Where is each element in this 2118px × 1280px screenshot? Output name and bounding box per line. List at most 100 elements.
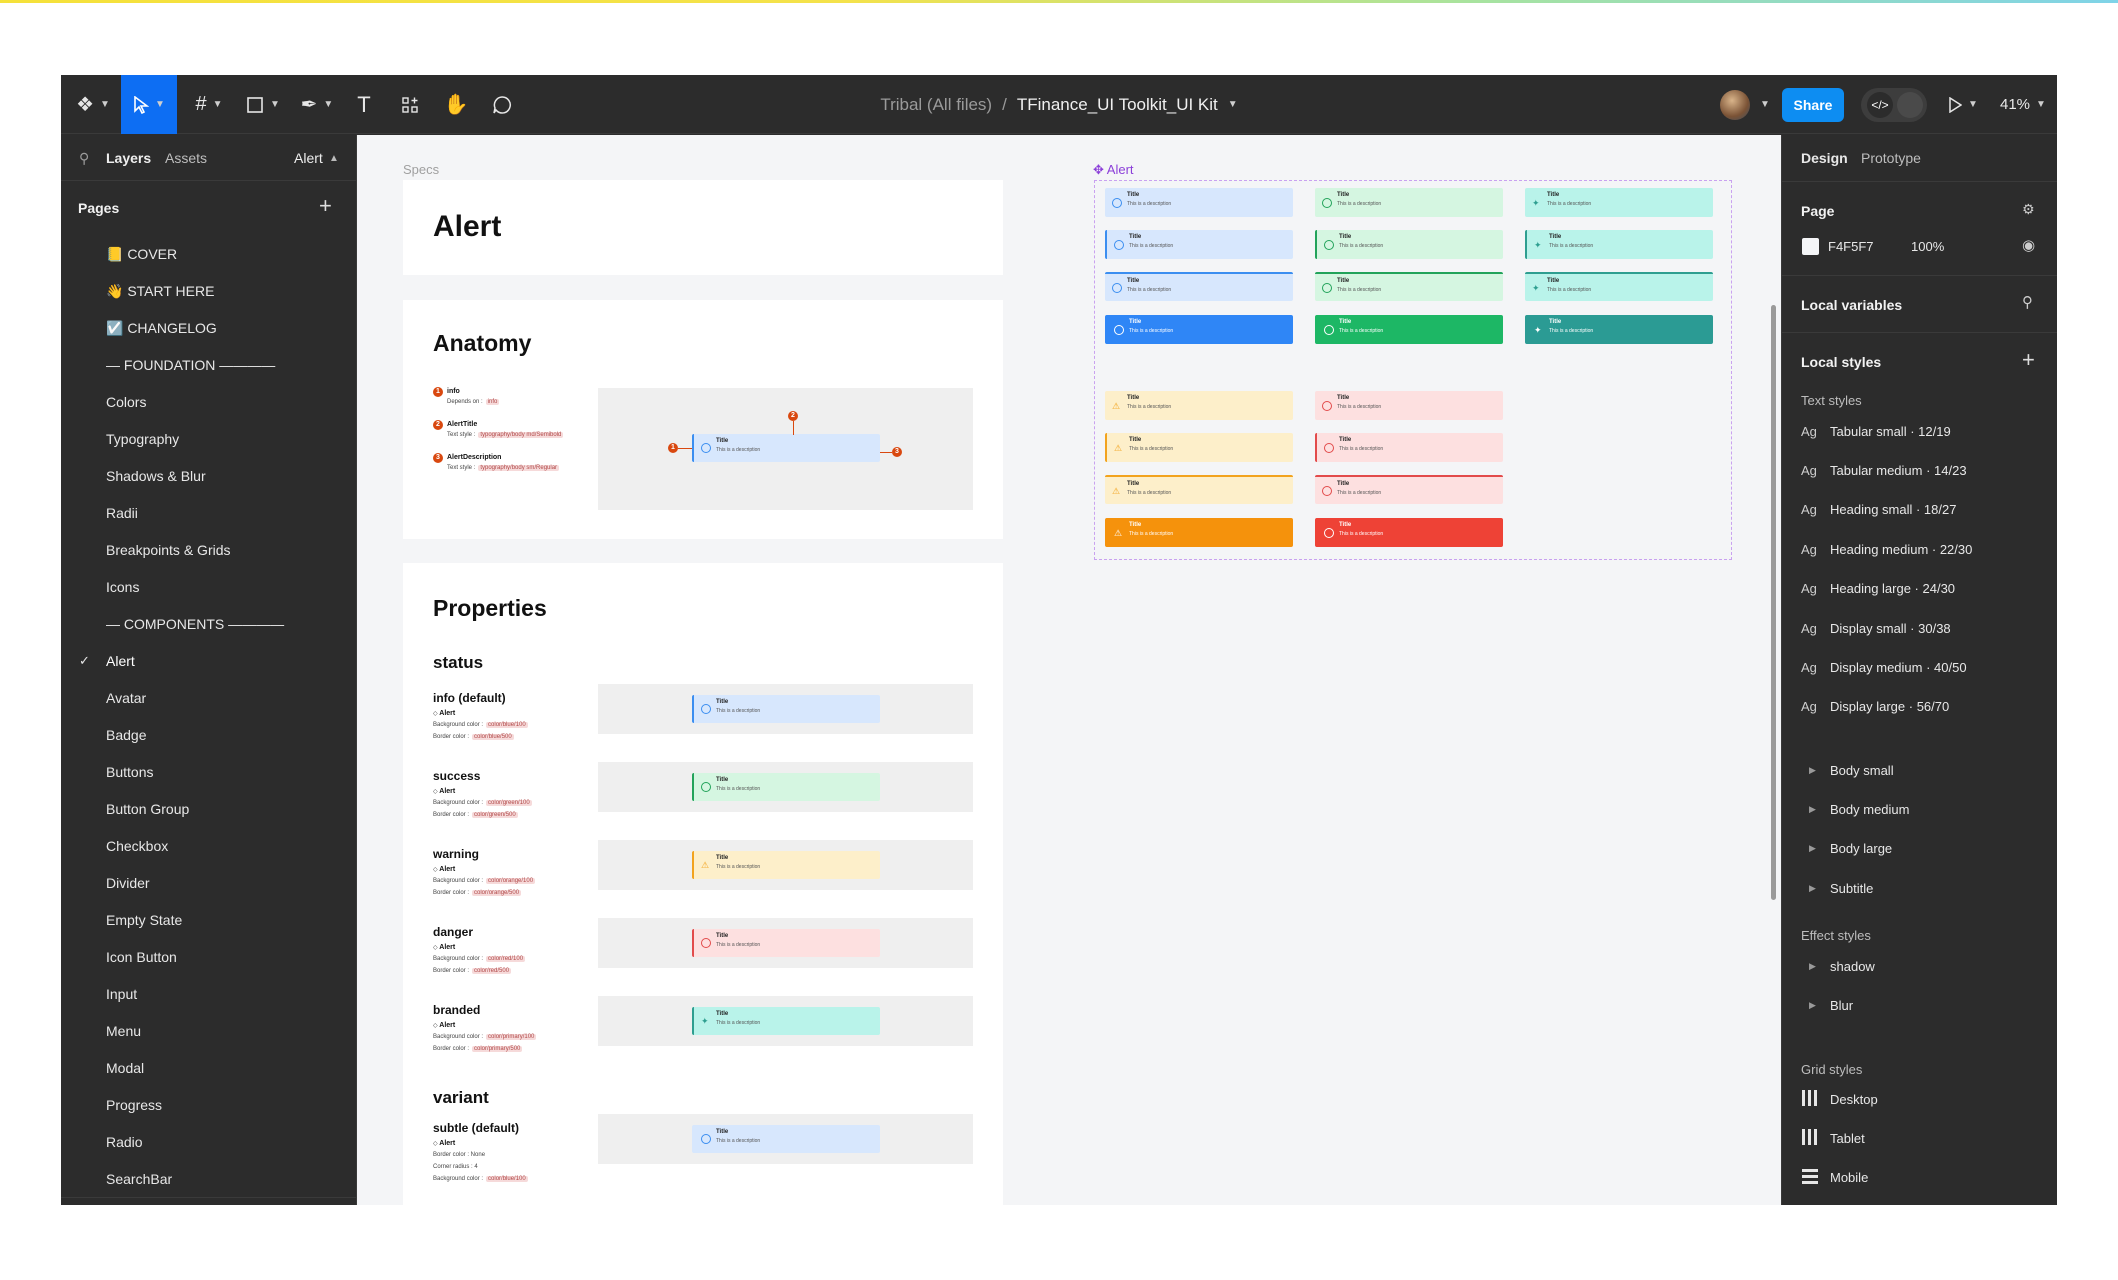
search-icon[interactable]: ⚲: [79, 150, 89, 167]
add-page-plus-icon[interactable]: +: [319, 195, 332, 217]
alert-variant[interactable]: Title This is a description: [1105, 188, 1293, 217]
alert-variant[interactable]: ✦ Title This is a description: [1525, 315, 1713, 344]
page-item[interactable]: Shadows & Blur: [106, 461, 206, 491]
text-style-item[interactable]: Ag Heading small · 18/27: [1801, 497, 1956, 523]
current-page-selector[interactable]: Alert: [294, 150, 323, 166]
alert-variant[interactable]: ✦ Title This is a description: [1525, 272, 1713, 301]
page-item[interactable]: Typography: [106, 424, 179, 454]
alert-variant[interactable]: ⚠ Title This is a description: [1105, 391, 1293, 420]
page-item[interactable]: Checkbox: [106, 831, 168, 861]
page-item[interactable]: Progress: [106, 1090, 162, 1120]
text-tool-button[interactable]: T: [347, 75, 381, 134]
effect-style-item[interactable]: ▶ Blur: [1801, 992, 1853, 1018]
status-alert-example[interactable]: Title This is a description: [692, 929, 880, 957]
alert-variant[interactable]: ✦ Title This is a description: [1525, 230, 1713, 259]
page-item[interactable]: Button Group: [106, 794, 189, 824]
frame-tool-button[interactable]: # ▼: [187, 75, 231, 134]
status-alert-example[interactable]: Title This is a description: [692, 773, 880, 801]
hand-tool-button[interactable]: ✋: [439, 75, 473, 134]
resources-tool-button[interactable]: [393, 75, 427, 134]
page-item[interactable]: Avatar: [106, 683, 146, 713]
text-style-item[interactable]: Ag Display medium · 40/50: [1801, 654, 1967, 680]
alert-variant[interactable]: ⚠ Title This is a description: [1105, 475, 1293, 504]
dev-mode-toggle[interactable]: </>: [1861, 88, 1927, 122]
variant-alert-example[interactable]: Title This is a description: [692, 1125, 880, 1153]
file-name[interactable]: TFinance_UI Toolkit_UI Kit: [1017, 95, 1218, 115]
text-style-group[interactable]: ▶ Body small: [1801, 757, 1894, 783]
status-alert-example[interactable]: ✦ Title This is a description: [692, 1007, 880, 1035]
chevron-up-icon[interactable]: ▲: [329, 153, 339, 164]
text-style-item[interactable]: Ag Display small · 30/38: [1801, 615, 1951, 641]
page-item[interactable]: SearchBar: [106, 1164, 172, 1194]
alert-variant[interactable]: Title This is a description: [1105, 230, 1293, 259]
local-variables-heading[interactable]: Local variables: [1801, 297, 1902, 313]
eye-icon[interactable]: ◉: [2022, 236, 2035, 254]
canvas[interactable]: Specs Alert Anatomy 1 info Depends on : inf…: [357, 135, 1781, 1205]
grid-style-item[interactable]: Mobile: [1801, 1165, 1868, 1191]
grid-style-item[interactable]: Tablet: [1801, 1125, 1865, 1151]
page-item[interactable]: Radio: [106, 1127, 143, 1157]
text-style-item[interactable]: Ag Heading large · 24/30: [1801, 576, 1955, 602]
share-button[interactable]: Share: [1782, 88, 1844, 122]
pen-tool-button[interactable]: ✒ ▼: [295, 75, 339, 134]
page-item[interactable]: — FOUNDATION ————: [106, 350, 275, 380]
comment-tool-button[interactable]: [485, 75, 519, 134]
page-item[interactable]: Divider: [106, 868, 150, 898]
text-style-group[interactable]: ▶ Body medium: [1801, 796, 1909, 822]
text-style-group[interactable]: ▶ Subtitle: [1801, 875, 1873, 901]
text-style-item[interactable]: Ag Display large · 56/70: [1801, 694, 1949, 720]
alert-variant[interactable]: Title This is a description: [1315, 230, 1503, 259]
move-tool-button[interactable]: ▼: [121, 75, 177, 134]
tab-design[interactable]: Design: [1801, 150, 1848, 166]
alert-variant[interactable]: Title This is a description: [1315, 315, 1503, 344]
text-style-item[interactable]: Ag Tabular small · 12/19: [1801, 418, 1951, 444]
page-item[interactable]: ☑️ CHANGELOG: [106, 313, 217, 343]
status-alert-example[interactable]: Title This is a description: [692, 695, 880, 723]
alert-variant[interactable]: ⚠ Title This is a description: [1105, 433, 1293, 462]
main-menu-button[interactable]: ❖ ▼: [71, 75, 115, 134]
page-item[interactable]: Icons: [106, 572, 139, 602]
alert-variant[interactable]: Title This is a description: [1315, 188, 1503, 217]
page-item[interactable]: 📒 COVER: [106, 239, 177, 269]
alert-variant[interactable]: ⚠ Title This is a description: [1105, 518, 1293, 547]
page-item[interactable]: Breakpoints & Grids: [106, 535, 231, 565]
alert-frame-label[interactable]: ✥ Alert: [1093, 162, 1134, 178]
status-alert-example[interactable]: ⚠ Title This is a description: [692, 851, 880, 879]
page-item[interactable]: Menu: [106, 1016, 141, 1046]
page-item[interactable]: Empty State: [106, 905, 182, 935]
text-style-group[interactable]: ▶ Body large: [1801, 836, 1892, 862]
page-item[interactable]: Buttons: [106, 757, 153, 787]
page-item[interactable]: — COMPONENTS ————: [106, 609, 284, 639]
page-color-hex[interactable]: F4F5F7: [1828, 239, 1874, 254]
chevron-down-icon[interactable]: ▼: [1760, 99, 1770, 110]
tab-assets[interactable]: Assets: [165, 150, 207, 166]
add-style-plus-icon[interactable]: +: [2022, 349, 2035, 371]
effect-style-item[interactable]: ▶ shadow: [1801, 953, 1875, 979]
shape-tool-button[interactable]: ▼: [241, 75, 285, 134]
page-item[interactable]: Icon Button: [106, 942, 177, 972]
alert-variant[interactable]: Title This is a description: [1315, 518, 1503, 547]
alert-variant[interactable]: Title This is a description: [1105, 315, 1293, 344]
zoom-menu[interactable]: 41% ▼: [2000, 75, 2046, 134]
grid-style-item[interactable]: Desktop: [1801, 1086, 1878, 1112]
text-style-item[interactable]: Ag Tabular medium · 14/23: [1801, 457, 1967, 483]
alert-variant[interactable]: Title This is a description: [1315, 391, 1503, 420]
alert-variant[interactable]: Title This is a description: [1315, 272, 1503, 301]
tab-layers[interactable]: Layers: [106, 150, 151, 166]
tab-prototype[interactable]: Prototype: [1861, 150, 1921, 166]
breadcrumb-team[interactable]: Tribal (All files): [880, 95, 992, 115]
present-button[interactable]: ▼: [1943, 75, 1983, 134]
alert-variant[interactable]: Title This is a description: [1105, 272, 1293, 301]
page-color-swatch[interactable]: [1802, 238, 1819, 255]
page-item[interactable]: 👋 START HERE: [106, 276, 214, 306]
page-opacity[interactable]: 100%: [1911, 239, 1944, 254]
page-item[interactable]: Alert: [106, 646, 135, 676]
canvas-scrollbar[interactable]: [1771, 305, 1776, 900]
variables-sliders-icon[interactable]: ⚲: [2022, 293, 2033, 311]
alert-variant[interactable]: ✦ Title This is a description: [1525, 188, 1713, 217]
chevron-down-icon[interactable]: ▼: [1228, 99, 1238, 110]
page-item[interactable]: Badge: [106, 720, 146, 750]
alert-variant[interactable]: Title This is a description: [1315, 433, 1503, 462]
page-item[interactable]: Input: [106, 979, 137, 1009]
page-item[interactable]: Modal: [106, 1053, 144, 1083]
